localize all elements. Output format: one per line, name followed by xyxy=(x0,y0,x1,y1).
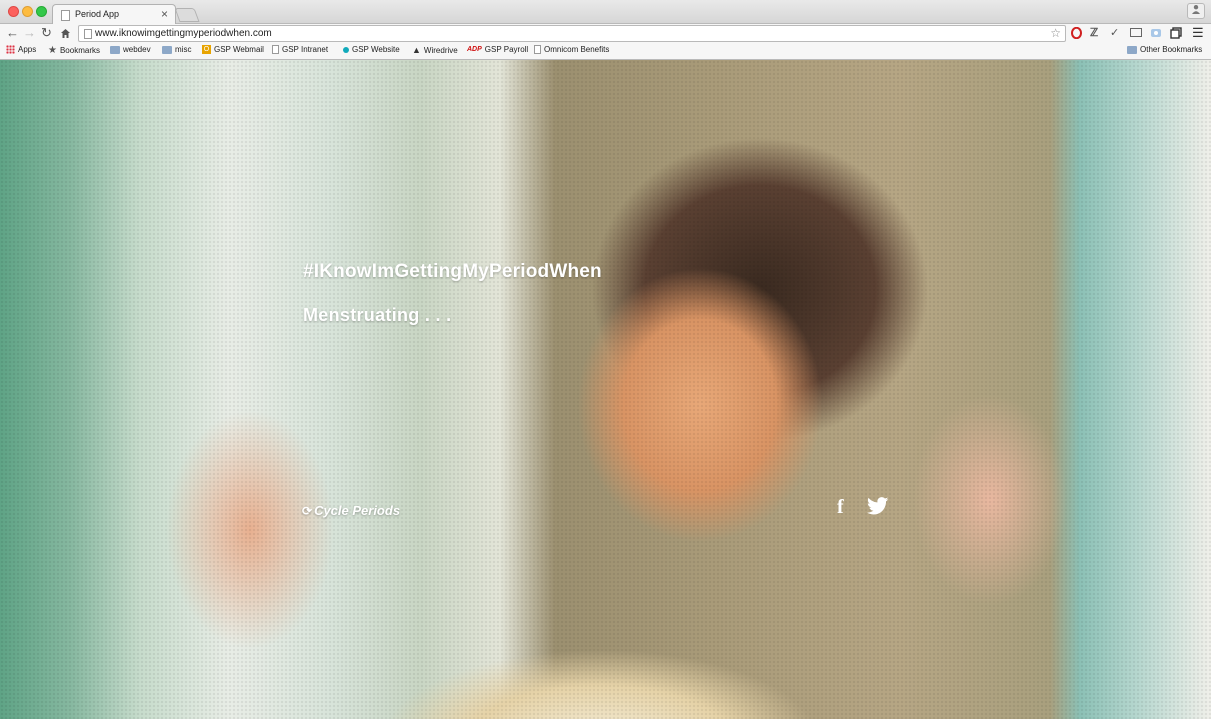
extension-m-icon[interactable]: ℤ xyxy=(1090,26,1098,40)
cast-icon[interactable] xyxy=(1130,26,1142,42)
page-title: #IKnowImGettingMyPeriodWhen xyxy=(303,261,602,282)
menu-icon[interactable]: ☰ xyxy=(1192,26,1204,40)
profile-icon[interactable] xyxy=(1187,3,1205,19)
address-bar[interactable]: www.iknowimgettingmyperiodwhen.com ☆ xyxy=(78,25,1066,42)
bookmarks-bar: Apps ★ Bookmarks webdev misc O GSP Webma… xyxy=(0,43,1211,60)
page-icon xyxy=(84,29,92,39)
browser-toolbar: ← → ↻ www.iknowimgettingmyperiodwhen.com… xyxy=(0,24,1211,43)
camera-extension-icon[interactable] xyxy=(1150,26,1162,43)
reload-icon[interactable]: ↻ xyxy=(41,25,52,41)
bookmark-other-bookmarks[interactable]: Other Bookmarks xyxy=(1127,45,1202,54)
bookmark-gsp-website[interactable]: GSP Website xyxy=(343,45,400,54)
tab-close-icon[interactable]: × xyxy=(161,7,168,21)
tab-period-app[interactable]: Period App × xyxy=(52,4,176,25)
bookmark-gsp-payroll[interactable]: ADP GSP Payroll xyxy=(467,45,528,54)
close-window-button[interactable] xyxy=(8,6,19,17)
cycle-periods-link[interactable]: ⟳ Cycle Periods xyxy=(302,503,400,518)
page-icon xyxy=(61,10,70,21)
folder-icon xyxy=(1127,45,1137,54)
page-icon xyxy=(272,45,279,54)
adp-icon: ADP xyxy=(467,46,482,53)
forward-arrow-icon[interactable]: → xyxy=(23,25,36,41)
bookmark-bookmarks[interactable]: ★ Bookmarks xyxy=(48,45,100,56)
bookmark-star-icon[interactable]: ☆ xyxy=(1050,26,1061,40)
bookmark-webdev[interactable]: webdev xyxy=(110,45,151,54)
minimize-window-button[interactable] xyxy=(22,6,33,17)
opera-icon[interactable] xyxy=(1071,26,1082,43)
status-text: Menstruating . . . xyxy=(303,305,452,325)
back-arrow-icon[interactable]: ← xyxy=(6,25,19,41)
folder-icon xyxy=(110,45,120,54)
zoom-window-button[interactable] xyxy=(36,6,47,17)
twitter-icon[interactable] xyxy=(866,497,889,520)
extension-checklist-icon[interactable]: ✓ xyxy=(1110,26,1119,40)
bookmark-misc[interactable]: misc xyxy=(162,45,191,54)
flame-icon: ▲ xyxy=(412,45,421,55)
bookmark-apps[interactable]: Apps xyxy=(6,45,36,54)
window-titlebar: Period App × xyxy=(0,0,1211,25)
folder-icon xyxy=(162,45,172,54)
new-tab-button[interactable] xyxy=(174,8,200,22)
window-switcher-icon[interactable] xyxy=(1170,26,1182,43)
page-viewport: #IKnowImGettingMyPeriodWhen Menstruating… xyxy=(0,60,1211,719)
dot-icon xyxy=(343,46,349,53)
apps-grid-icon xyxy=(6,45,15,54)
bookmark-gsp-intranet[interactable]: GSP Intranet xyxy=(272,45,328,54)
url-text: www.iknowimgettingmyperiodwhen.com xyxy=(95,28,272,39)
bookmark-wiredrive[interactable]: ▲ Wiredrive xyxy=(412,45,458,55)
page-icon xyxy=(534,45,541,54)
cycle-periods-label: Cycle Periods xyxy=(314,503,401,518)
star-icon: ★ xyxy=(48,45,57,56)
bookmark-omnicom-benefits[interactable]: Omnicom Benefits xyxy=(534,45,609,54)
facebook-icon[interactable]: f xyxy=(837,496,844,519)
home-icon[interactable] xyxy=(60,25,71,43)
bookmark-gsp-webmail[interactable]: O GSP Webmail xyxy=(202,45,264,54)
outlook-icon: O xyxy=(202,45,211,54)
tab-title: Period App xyxy=(75,9,120,19)
refresh-icon: ⟳ xyxy=(302,503,313,518)
